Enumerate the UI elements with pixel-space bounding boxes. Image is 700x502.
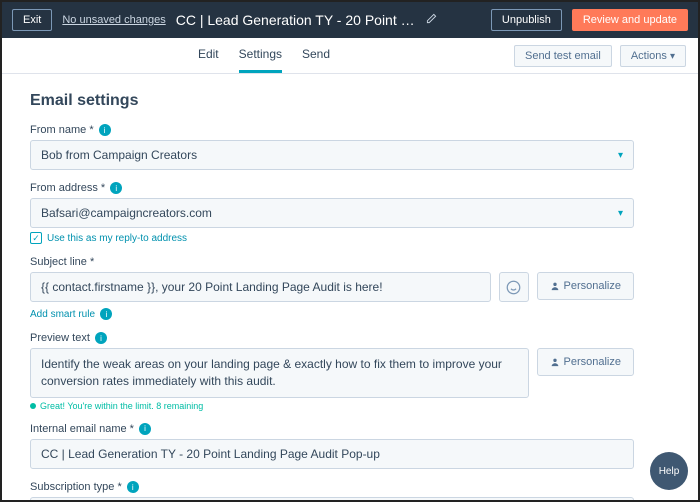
info-icon[interactable]: i xyxy=(95,332,107,344)
preview-text-label: Preview text i xyxy=(30,332,634,344)
personalize-preview-button[interactable]: Personalize xyxy=(537,348,634,376)
from-name-select[interactable]: Bob from Campaign Creators ▾ xyxy=(30,140,634,170)
from-address-label: From address * i xyxy=(30,182,634,194)
internal-name-input[interactable]: CC | Lead Generation TY - 20 Point Landi… xyxy=(30,439,634,469)
subject-line-label: Subject line * xyxy=(30,256,634,268)
top-bar: Exit No unsaved changes CC | Lead Genera… xyxy=(2,2,698,38)
reply-to-checkbox-row[interactable]: ✓ Use this as my reply-to address xyxy=(30,232,634,244)
from-address-select[interactable]: Bafsari@campaigncreators.com ▾ xyxy=(30,198,634,228)
from-name-value: Bob from Campaign Creators xyxy=(41,148,197,162)
person-icon xyxy=(550,357,560,367)
help-fab[interactable]: Help xyxy=(650,452,688,490)
personalize-subject-button[interactable]: Personalize xyxy=(537,272,634,300)
info-icon[interactable]: i xyxy=(139,423,151,435)
tab-edit[interactable]: Edit xyxy=(198,38,219,73)
actions-dropdown[interactable]: Actions ▾ xyxy=(620,45,686,67)
sub-bar: Edit Settings Send Send test email Actio… xyxy=(2,38,698,74)
section-heading: Email settings xyxy=(30,92,634,110)
personalize-label: Personalize xyxy=(564,280,621,292)
add-smart-rule-link[interactable]: Add smart rule xyxy=(30,309,95,320)
person-icon xyxy=(550,281,560,291)
actions-label: Actions xyxy=(631,50,667,62)
send-test-email-button[interactable]: Send test email xyxy=(514,45,612,67)
unsaved-changes-link[interactable]: No unsaved changes xyxy=(62,14,165,26)
emoji-button[interactable] xyxy=(499,272,529,302)
review-update-button[interactable]: Review and update xyxy=(572,9,688,31)
status-dot-icon xyxy=(30,403,36,409)
tab-settings[interactable]: Settings xyxy=(239,38,282,73)
subscription-type-label: Subscription type * i xyxy=(30,481,634,493)
chevron-down-icon: ▾ xyxy=(670,51,675,62)
subject-line-input[interactable]: {{ contact.firstname }}, your 20 Point L… xyxy=(30,272,491,302)
chevron-down-icon: ▾ xyxy=(618,150,623,161)
reply-to-label: Use this as my reply-to address xyxy=(47,233,187,244)
preview-text-input[interactable]: Identify the weak areas on your landing … xyxy=(30,348,529,398)
from-address-value: Bafsari@campaigncreators.com xyxy=(41,206,212,220)
chevron-down-icon: ▾ xyxy=(618,208,623,219)
tab-send[interactable]: Send xyxy=(302,38,330,73)
reply-to-checkbox[interactable]: ✓ xyxy=(30,232,42,244)
info-icon[interactable]: i xyxy=(110,182,122,194)
subscription-type-select[interactable]: Webinars & Premium Content ▾ xyxy=(30,497,634,500)
personalize-label: Personalize xyxy=(564,356,621,368)
info-icon[interactable]: i xyxy=(99,124,111,136)
from-name-label: From name * i xyxy=(30,124,634,136)
preview-helper: Great! You're within the limit. 8 remain… xyxy=(30,401,529,411)
content-scroll[interactable]: Email settings From name * i Bob from Ca… xyxy=(2,74,698,500)
pencil-icon[interactable] xyxy=(426,13,437,27)
exit-button[interactable]: Exit xyxy=(12,9,52,31)
page-title: CC | Lead Generation TY - 20 Point Landi… xyxy=(176,12,416,28)
internal-name-label: Internal email name * i xyxy=(30,423,634,435)
info-icon[interactable]: i xyxy=(100,308,112,320)
info-icon[interactable]: i xyxy=(127,481,139,493)
unpublish-button[interactable]: Unpublish xyxy=(491,9,562,31)
tabs: Edit Settings Send xyxy=(198,38,330,73)
